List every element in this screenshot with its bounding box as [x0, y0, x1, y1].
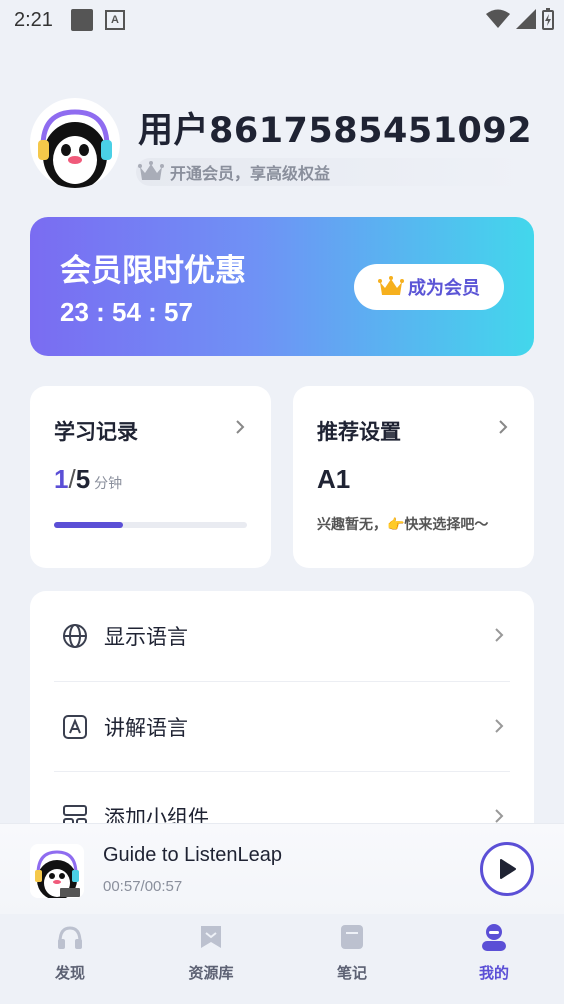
status-right-icons	[486, 8, 554, 30]
study-progress-bar	[54, 522, 247, 528]
chevron-right-icon	[499, 420, 508, 434]
battery-icon	[542, 8, 554, 30]
chevron-right-icon	[495, 809, 504, 823]
player-time: 00:57/00:57	[103, 878, 183, 895]
bookmark-icon	[196, 922, 226, 952]
avatar[interactable]	[30, 98, 120, 188]
settings-item-label: 显示语言	[104, 625, 188, 649]
recommend-settings-card[interactable]: 推荐设置 A1 兴趣暂无，👉快来选择吧～	[293, 386, 534, 568]
penguin-thumbnail-icon	[35, 850, 80, 898]
play-icon	[500, 859, 516, 879]
crown-icon	[378, 276, 404, 295]
recommend-title: 推荐设置	[317, 420, 401, 444]
status-bar: 2:21 A	[0, 0, 564, 40]
player-thumbnail	[30, 844, 84, 898]
study-total: 5	[75, 464, 91, 494]
letter-a-icon	[60, 712, 90, 742]
chevron-right-icon	[495, 719, 504, 733]
study-progress-fill	[54, 522, 123, 528]
become-member-button[interactable]: 成为会员	[354, 264, 504, 310]
tab-label: 我的	[478, 964, 509, 982]
vip-upgrade-hint[interactable]: 开通会员，享高级权益	[136, 158, 526, 186]
settings-item-display-language[interactable]: 显示语言	[30, 591, 534, 681]
headphones-icon	[55, 922, 85, 952]
status-time: 2:21	[14, 8, 53, 31]
become-member-label: 成为会员	[408, 278, 480, 299]
mini-player[interactable]: Guide to ListenLeap 00:57/00:57	[0, 823, 564, 914]
tab-library[interactable]: 资源库	[151, 922, 271, 992]
tab-discover[interactable]: 发现	[10, 922, 130, 992]
study-unit: 分钟	[94, 475, 123, 491]
globe-icon	[60, 621, 90, 651]
player-track-title: Guide to ListenLeap	[103, 844, 283, 866]
keyboard-a-icon: A	[104, 10, 125, 30]
profile-header: 用户8617585451092 开通会员，享高级权益	[30, 98, 534, 190]
tab-label: 发现	[54, 964, 85, 982]
chevron-right-icon	[495, 628, 504, 642]
tab-notes[interactable]: 笔记	[292, 922, 412, 992]
study-progress-text: 1/5 分钟	[54, 464, 122, 495]
promo-countdown: 23 : 54 : 57	[60, 297, 193, 327]
signal-icon	[516, 9, 536, 29]
settings-item-label: 讲解语言	[104, 716, 188, 740]
username: 用户8617585451092	[138, 111, 533, 151]
settings-item-explain-language[interactable]: 讲解语言	[30, 682, 534, 772]
play-button[interactable]	[480, 842, 534, 896]
note-icon	[337, 922, 367, 952]
tab-label: 资源库	[188, 964, 234, 982]
profile-icon	[479, 922, 509, 952]
study-separator: /	[68, 464, 76, 494]
promo-banner: 会员限时优惠 23 : 54 : 57 成为会员	[30, 217, 534, 356]
settings-list: 显示语言 讲解语言 添加小组件	[30, 591, 534, 851]
wifi-icon	[486, 9, 510, 28]
crown-icon	[138, 161, 164, 180]
tab-label: 笔记	[336, 964, 367, 982]
penguin-avatar-icon	[38, 109, 112, 188]
notification-square-icon	[70, 9, 93, 31]
tab-mine[interactable]: 我的	[434, 922, 554, 992]
study-record-title: 学习记录	[54, 420, 138, 444]
recommend-hint: 兴趣暂无，👉快来选择吧～	[317, 517, 489, 533]
recommend-level: A1	[317, 464, 351, 494]
study-current: 1	[54, 464, 69, 494]
bottom-tab-bar: 发现 资源库 笔记 我的	[0, 914, 564, 1004]
vip-hint-label: 开通会员，享高级权益	[170, 164, 331, 183]
promo-title: 会员限时优惠	[60, 253, 246, 289]
study-record-card[interactable]: 学习记录 1/5 分钟	[30, 386, 271, 568]
chevron-right-icon	[236, 420, 245, 434]
